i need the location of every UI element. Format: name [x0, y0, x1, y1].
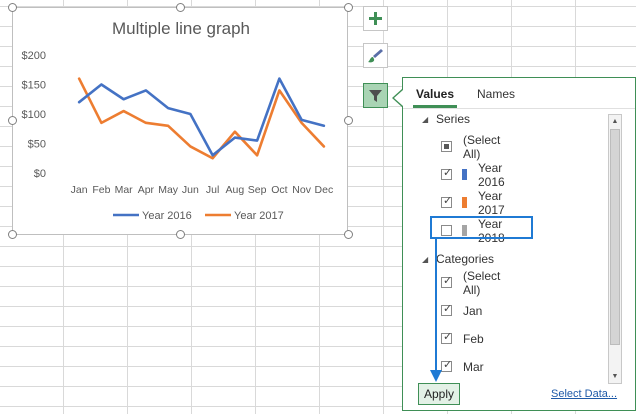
- series-line-year-2016: [77, 77, 326, 157]
- resize-handle-ml[interactable]: [8, 116, 17, 125]
- collapse-triangle-icon: ◢: [422, 255, 429, 264]
- legend-label: Year 2016: [142, 210, 192, 222]
- chart-elements-button[interactable]: [363, 6, 388, 31]
- checkbox[interactable]: ✓: [441, 195, 452, 208]
- category-item-label: (Select All): [463, 269, 501, 297]
- legend-label: Year 2017: [234, 210, 284, 222]
- resize-handle-tr[interactable]: [344, 3, 353, 12]
- y-tick-label: $150: [22, 80, 46, 92]
- category-item-label: Mar: [463, 360, 484, 374]
- apply-button[interactable]: Apply: [418, 383, 460, 405]
- y-tick-label: $0: [34, 168, 46, 180]
- scroll-down-icon[interactable]: ▼: [609, 370, 621, 383]
- series-item-label: Year 2017: [478, 189, 505, 217]
- series-color-swatch: [462, 169, 467, 180]
- x-tick-label: Sep: [248, 184, 267, 196]
- line-chart: Multiple line graph $0 $50 $100 $150 $200 Jan F…: [22, 19, 334, 222]
- x-tick-label: Mar: [115, 184, 134, 196]
- x-tick-label: Oct: [271, 184, 287, 196]
- y-tick-label: $100: [22, 109, 46, 121]
- paintbrush-icon: [368, 49, 383, 63]
- x-tick-label: Feb: [92, 184, 110, 196]
- series-header-label: Series: [436, 112, 471, 126]
- checkbox[interactable]: ✓: [441, 303, 452, 316]
- select-data-link[interactable]: Select Data...: [551, 388, 617, 400]
- panel-pointer-inner: [394, 90, 403, 106]
- year-2018-highlight: [430, 216, 533, 239]
- series-item-label: (Select All): [463, 133, 501, 161]
- y-tick-label: $50: [28, 139, 46, 151]
- category-item-label: Feb: [463, 332, 484, 346]
- series-color-swatch: [462, 197, 467, 208]
- categories-header-label: Categories: [436, 252, 495, 266]
- x-tick-label: Jun: [182, 184, 199, 196]
- x-tick-label: Aug: [226, 184, 245, 196]
- resize-handle-tc[interactable]: [176, 3, 185, 12]
- x-tick-label: Jan: [71, 184, 88, 196]
- plus-icon: [369, 12, 382, 25]
- x-tick-label: May: [158, 184, 179, 196]
- x-tick-label: Jul: [206, 184, 219, 196]
- resize-handle-bc[interactable]: [176, 230, 185, 239]
- x-tick-label: Nov: [292, 184, 311, 196]
- checkbox[interactable]: ✓: [441, 167, 452, 180]
- resize-handle-br[interactable]: [344, 230, 353, 239]
- checkbox[interactable]: ✓: [441, 359, 452, 372]
- chart-area[interactable]: Multiple line graph $0 $50 $100 $150 $200 Jan F…: [12, 7, 348, 235]
- x-tick-label: Dec: [315, 184, 334, 196]
- y-tick-label: $200: [22, 50, 46, 62]
- tab-values[interactable]: Values: [416, 87, 454, 101]
- category-item-label: Jan: [463, 304, 483, 318]
- x-tick-label: Apr: [138, 184, 155, 196]
- series-item-label: Year 2016: [478, 161, 505, 189]
- resize-handle-bl[interactable]: [8, 230, 17, 239]
- filter-list-scrollbar[interactable]: ▲ ▼: [608, 114, 622, 384]
- scroll-up-icon[interactable]: ▲: [609, 115, 621, 128]
- chart-styles-button[interactable]: [363, 43, 388, 68]
- resize-handle-tl[interactable]: [8, 3, 17, 12]
- chart-filters-button[interactable]: [363, 83, 388, 108]
- collapse-triangle-icon: ◢: [422, 115, 429, 124]
- filter-list: ◢ Series (Select All) ✓ Year 2016 ✓ Year…: [403, 109, 608, 379]
- resize-handle-mr[interactable]: [344, 116, 353, 125]
- checkbox[interactable]: ✓: [441, 275, 452, 288]
- checkbox[interactable]: [441, 141, 452, 152]
- chart-filter-panel: Values Names ◢ Series (Select All) ✓ Yea…: [402, 77, 636, 411]
- scrollbar-thumb[interactable]: [610, 129, 620, 345]
- funnel-icon: [369, 90, 382, 102]
- tab-names[interactable]: Names: [477, 87, 515, 101]
- checkbox[interactable]: ✓: [441, 331, 452, 344]
- chart-title: Multiple line graph: [112, 19, 250, 38]
